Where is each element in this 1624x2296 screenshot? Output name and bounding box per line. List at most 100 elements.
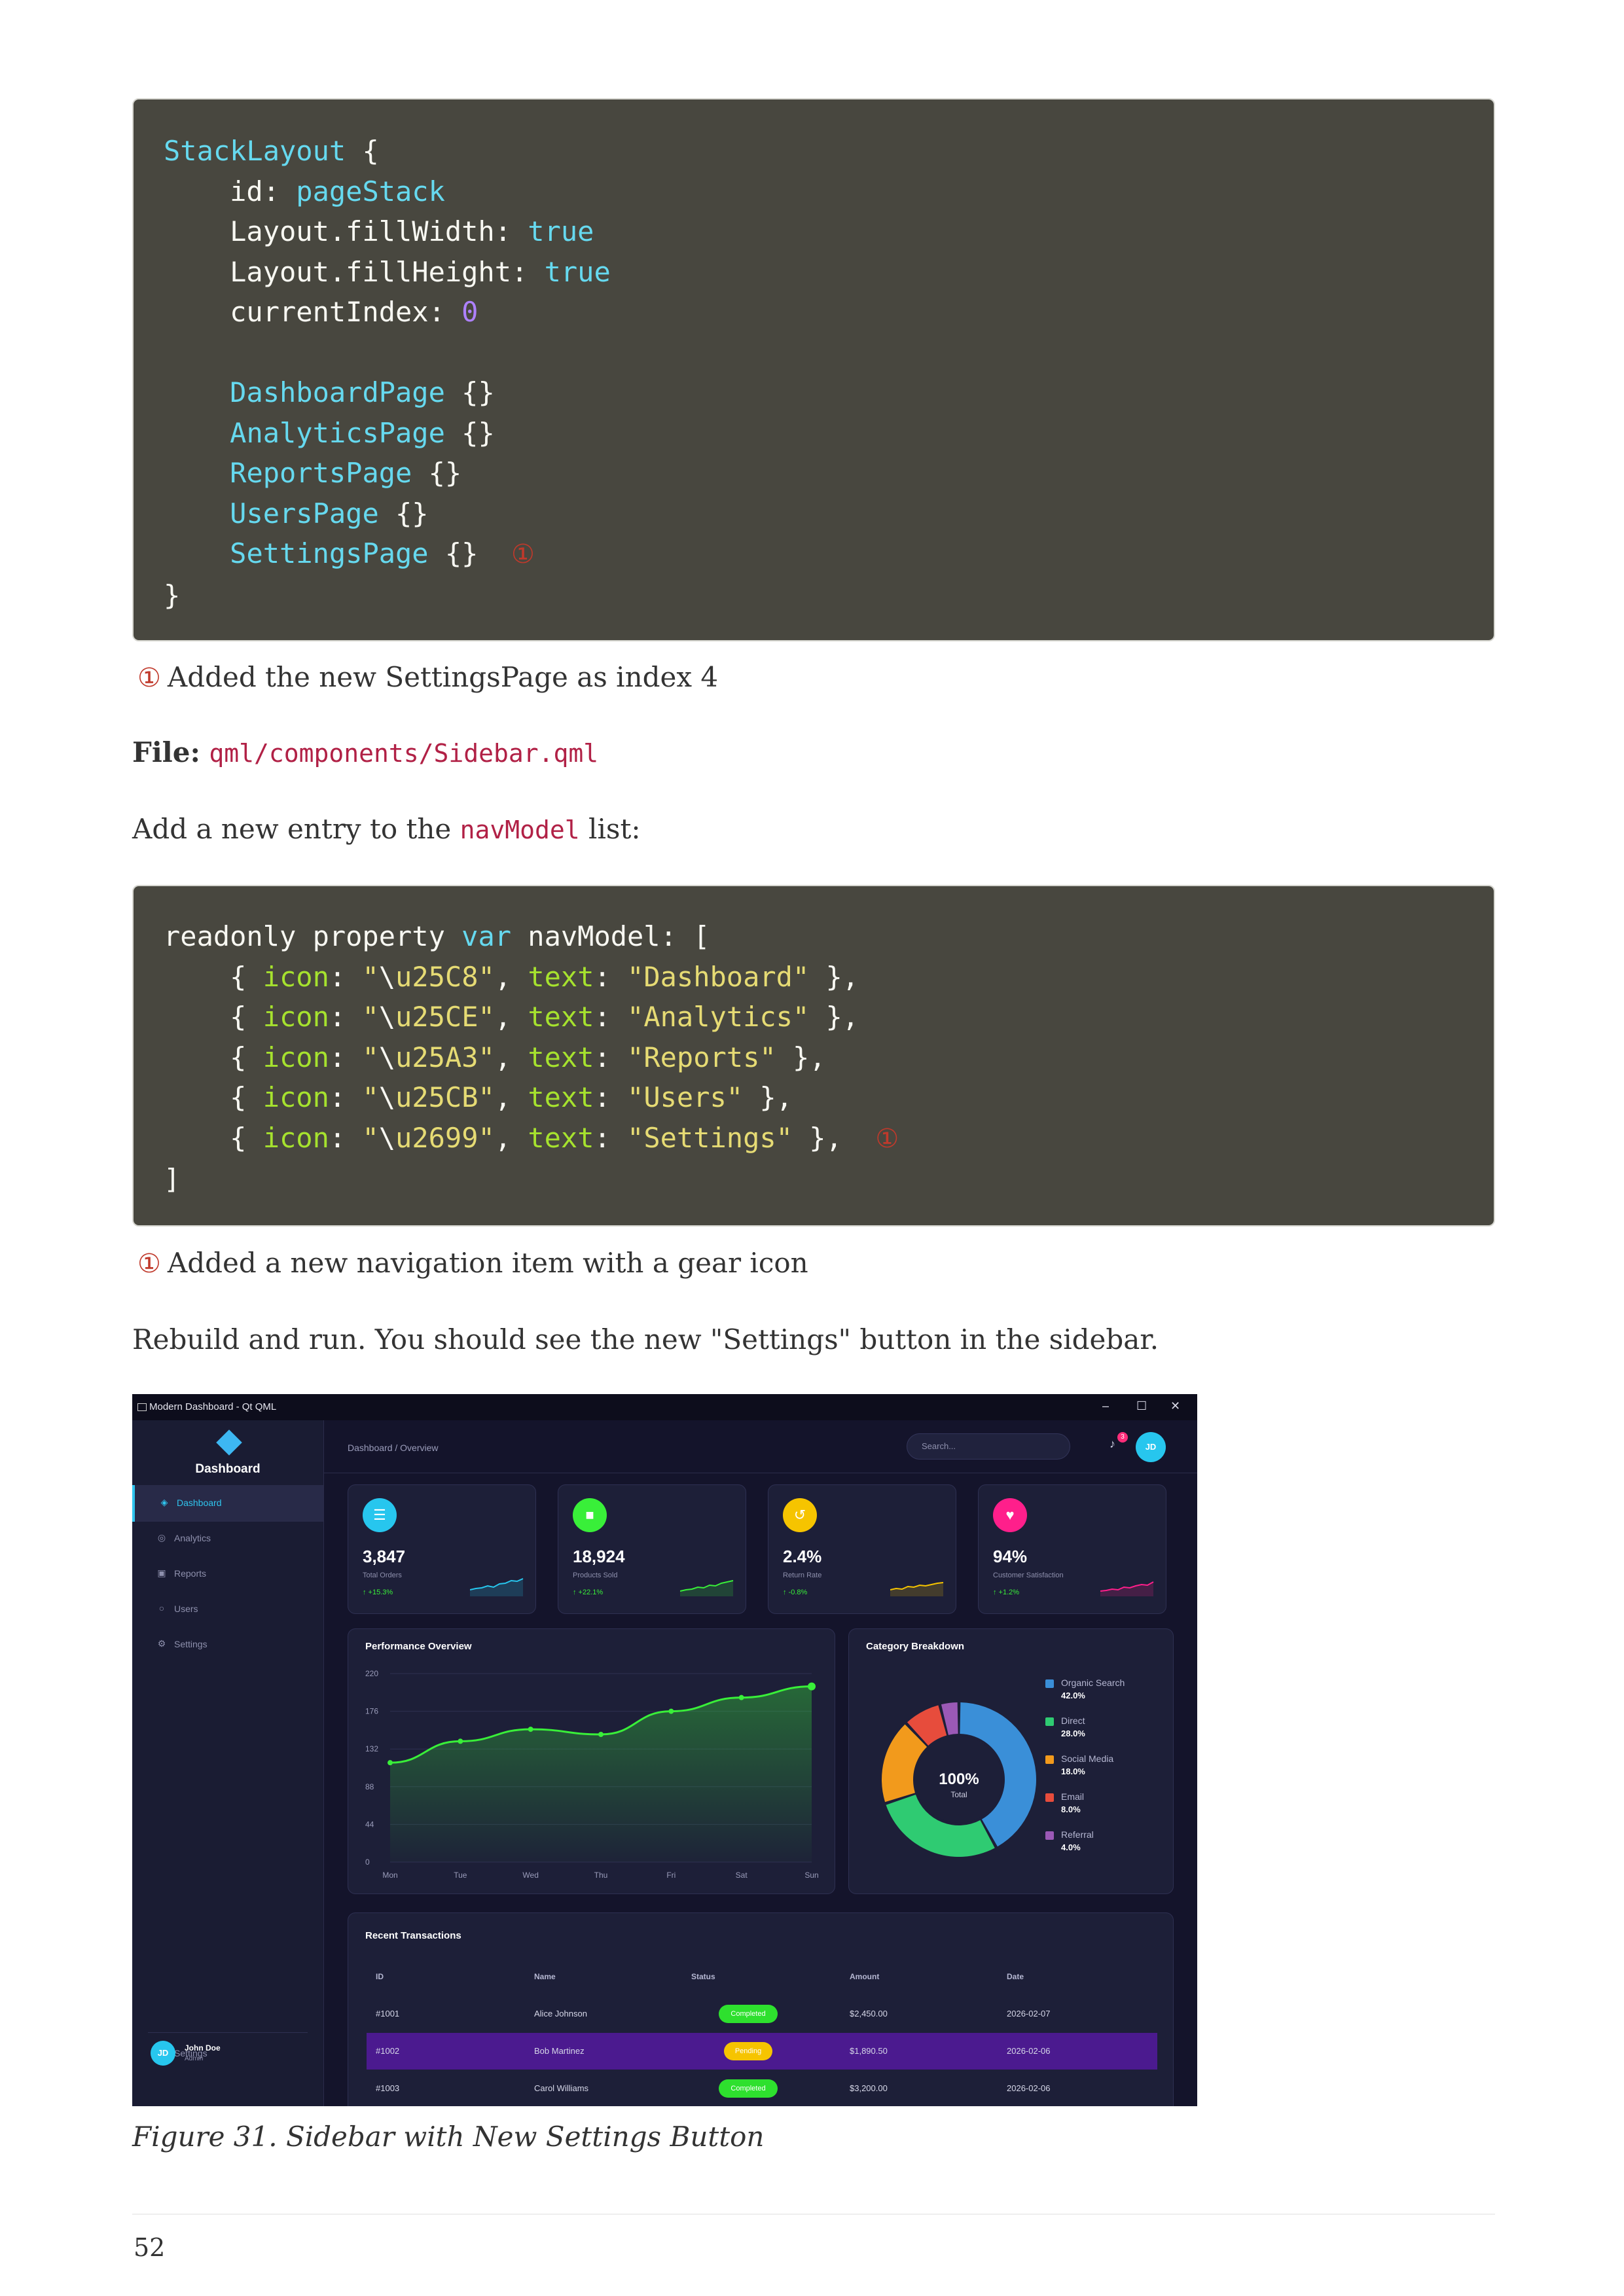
para-text-after: list: (579, 813, 641, 845)
callout-note-1: ① Added the new SettingsPage as index 4 (137, 661, 718, 693)
legend-value: 8.0% (1061, 1804, 1081, 1814)
app-window-icon (137, 1403, 147, 1411)
code-token: id: (164, 175, 297, 207)
cell-id: #1002 (376, 2046, 400, 2056)
code-token: }, (743, 1081, 793, 1113)
data-point[interactable] (668, 1708, 674, 1714)
code-token: : (329, 1041, 363, 1073)
code-token: pageStack (296, 175, 445, 207)
table-row[interactable]: #1001 Alice Johnson Completed $2,450.00 2026… (367, 1996, 1157, 2032)
code-token: "Dashboard" (627, 960, 810, 993)
code-token: icon (262, 1121, 329, 1154)
code-token: text (528, 1041, 594, 1073)
stat-card: ↺ 2.4% Return Rate ↑ -0.8% (768, 1484, 956, 1614)
x-tick-label: Wed (522, 1871, 538, 1880)
rebuild-paragraph: Rebuild and run. You should see the new … (132, 1323, 1159, 1355)
code-token: currentIndex: (164, 296, 462, 328)
code-token: }, (792, 1121, 876, 1154)
code-token: , (494, 1041, 528, 1073)
minimize-icon[interactable]: – (1102, 1399, 1109, 1413)
heart-icon: ♥ (993, 1498, 1027, 1532)
x-tick-label: Sun (804, 1871, 818, 1880)
transactions-title: Recent Transactions (365, 1930, 461, 1941)
cell-date: 2026-02-06 (1007, 2083, 1051, 2093)
stat-change: ↑ -0.8% (783, 1588, 808, 1596)
table-row[interactable]: #1003 Carol Williams Completed $3,200.00 202… (367, 2070, 1157, 2106)
x-tick-label: Mon (382, 1871, 397, 1880)
legend-label: Organic Search (1061, 1677, 1125, 1688)
code-token: u25CB" (395, 1081, 495, 1113)
sidebar-item-settings[interactable]: ⚙ Settings (132, 1626, 323, 1663)
legend-label: Social Media (1061, 1753, 1114, 1764)
x-tick-label: Sat (736, 1871, 748, 1880)
legend-swatch (1045, 1755, 1054, 1764)
maximize-icon[interactable]: ☐ (1136, 1399, 1147, 1413)
avatar[interactable]: JD (151, 2041, 175, 2066)
data-point[interactable] (738, 1695, 744, 1700)
sidebar-item-dashboard[interactable]: ◈ Dashboard (132, 1485, 323, 1522)
code-token: icon (262, 960, 329, 993)
bell-icon[interactable]: ♪ (1110, 1437, 1115, 1451)
window-title: Modern Dashboard - Qt QML (149, 1401, 277, 1412)
sparkline-area (890, 1583, 943, 1596)
cell-name: Carol Williams (534, 2083, 589, 2093)
notification-badge: 3 (1117, 1432, 1128, 1443)
search-input[interactable]: Search... (907, 1433, 1070, 1460)
legend-swatch (1045, 1679, 1054, 1688)
header-avatar[interactable]: JD (1136, 1432, 1166, 1462)
data-point[interactable] (458, 1738, 463, 1744)
code-callout-marker: ① (511, 539, 535, 569)
code-token: icon (262, 1041, 329, 1073)
stat-value: 94% (993, 1547, 1028, 1566)
table-row[interactable]: #1002 Bob Martinez Pending $1,890.50 2026-02… (367, 2033, 1157, 2070)
stat-label: Customer Satisfaction (993, 1571, 1064, 1579)
callout-marker: ① (137, 663, 161, 693)
stat-change: ↑ +15.3% (363, 1588, 393, 1596)
stat-value: 3,847 (363, 1547, 406, 1566)
code-token: { (164, 1081, 263, 1113)
code-token: }, (776, 1041, 826, 1073)
code-token: icon (262, 1081, 329, 1113)
code-token: Layout.fillHeight: (164, 255, 545, 288)
code-token: { (346, 135, 379, 167)
code-token: " (362, 1121, 379, 1154)
sparkline-area (1100, 1582, 1153, 1596)
column-header: Status (691, 1972, 715, 1981)
code-token: {} (444, 416, 495, 449)
code-token: : (594, 1121, 628, 1154)
code-token: text (528, 960, 594, 993)
code-token: Layout.fillWidth: (164, 215, 528, 247)
legend-value: 4.0% (1061, 1842, 1081, 1852)
sidebar-item-label: Dashboard (177, 1498, 222, 1508)
stat-change: ↑ +1.2% (993, 1588, 1020, 1596)
code-token: SettingsPage (230, 537, 429, 569)
data-point[interactable] (598, 1731, 604, 1737)
code-token: readonly property (164, 920, 462, 952)
code-token: u2699" (395, 1121, 495, 1154)
code-token: : (594, 960, 628, 993)
legend-label: Referral (1061, 1829, 1094, 1840)
close-icon[interactable]: ✕ (1170, 1399, 1180, 1413)
instruction-paragraph: Add a new entry to the navModel list: (132, 813, 640, 845)
data-point[interactable] (388, 1760, 393, 1766)
code-token: } (164, 579, 181, 611)
code-token: " (362, 1001, 379, 1033)
data-point[interactable] (808, 1682, 816, 1691)
code-token: \ (378, 1121, 396, 1154)
sidebar-title: Dashboard (195, 1462, 261, 1476)
data-point[interactable] (528, 1727, 533, 1732)
y-tick-label: 44 (365, 1820, 374, 1829)
sidebar-item-users[interactable]: ○ Users (132, 1591, 323, 1628)
file-line: File: qml/components/Sidebar.qml (132, 736, 598, 768)
status-badge: Pending (724, 2042, 772, 2060)
legend-value: 18.0% (1061, 1767, 1085, 1776)
stat-value: 2.4% (783, 1547, 822, 1566)
code-token: {} (412, 457, 462, 489)
status-badge: Completed (719, 2005, 778, 2023)
cell-date: 2026-02-07 (1007, 2009, 1051, 2018)
sidebar-item-reports[interactable]: ▣ Reports (132, 1556, 323, 1592)
user-name: John Doe (185, 2043, 221, 2053)
sidebar-item-analytics[interactable]: ◎ Analytics (132, 1520, 323, 1557)
code-token: : (594, 1001, 628, 1033)
performance-card: Performance Overview 0 44 88 132 176 220 Mon Tu… (348, 1628, 835, 1894)
